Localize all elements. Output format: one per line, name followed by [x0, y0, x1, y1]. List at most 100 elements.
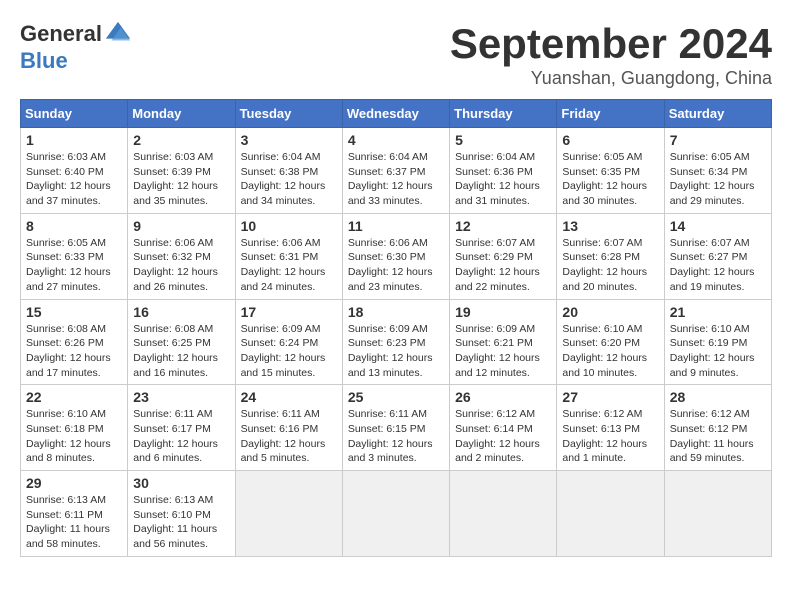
day-number: 28 [670, 389, 766, 405]
calendar-cell: 15 Sunrise: 6:08 AMSunset: 6:26 PMDayligh… [21, 299, 128, 385]
calendar-cell: 9 Sunrise: 6:06 AMSunset: 6:32 PMDaylight… [128, 213, 235, 299]
calendar-cell: 27 Sunrise: 6:12 AMSunset: 6:13 PMDayligh… [557, 385, 664, 471]
day-info: Sunrise: 6:04 AMSunset: 6:37 PMDaylight:… [348, 150, 444, 209]
day-number: 20 [562, 304, 658, 320]
calendar-cell: 24 Sunrise: 6:11 AMSunset: 6:16 PMDayligh… [235, 385, 342, 471]
calendar-cell: 30Sunrise: 6:13 AMSunset: 6:10 PMDayligh… [128, 471, 235, 557]
col-monday: Monday [128, 100, 235, 128]
day-number: 3 [241, 132, 337, 148]
calendar-cell: 2Sunrise: 6:03 AMSunset: 6:39 PMDaylight… [128, 128, 235, 214]
day-info: Sunrise: 6:05 AMSunset: 6:33 PMDaylight:… [26, 236, 122, 295]
day-info: Sunrise: 6:08 AMSunset: 6:26 PMDaylight:… [26, 322, 122, 381]
logo-general: General [20, 21, 102, 47]
calendar-cell: 3 Sunrise: 6:04 AMSunset: 6:38 PMDaylight… [235, 128, 342, 214]
day-number: 13 [562, 218, 658, 234]
day-number: 15 [26, 304, 122, 320]
day-number: 6 [562, 132, 658, 148]
calendar-cell: 29 Sunrise: 6:13 AMSunset: 6:11 PMDayligh… [21, 471, 128, 557]
day-info: Sunrise: 6:12 AMSunset: 6:14 PMDaylight:… [455, 407, 551, 466]
day-info: Sunrise: 6:10 AMSunset: 6:19 PMDaylight:… [670, 322, 766, 381]
calendar-cell: 11 Sunrise: 6:06 AMSunset: 6:30 PMDayligh… [342, 213, 449, 299]
calendar-body: 1Sunrise: 6:03 AMSunset: 6:40 PMDaylight… [21, 128, 772, 557]
day-info: Sunrise: 6:09 AMSunset: 6:21 PMDaylight:… [455, 322, 551, 381]
calendar-cell: 23 Sunrise: 6:11 AMSunset: 6:17 PMDayligh… [128, 385, 235, 471]
day-info: Sunrise: 6:05 AMSunset: 6:35 PMDaylight:… [562, 150, 658, 209]
calendar-row: 15 Sunrise: 6:08 AMSunset: 6:26 PMDayligh… [21, 299, 772, 385]
day-number: 8 [26, 218, 122, 234]
day-info: Sunrise: 6:10 AMSunset: 6:18 PMDaylight:… [26, 407, 122, 466]
day-number: 22 [26, 389, 122, 405]
calendar-header-row: Sunday Monday Tuesday Wednesday Thursday… [21, 100, 772, 128]
calendar-cell [450, 471, 557, 557]
calendar-cell: 7 Sunrise: 6:05 AMSunset: 6:34 PMDaylight… [664, 128, 771, 214]
calendar-cell: 16 Sunrise: 6:08 AMSunset: 6:25 PMDayligh… [128, 299, 235, 385]
calendar-cell: 13 Sunrise: 6:07 AMSunset: 6:28 PMDayligh… [557, 213, 664, 299]
calendar-cell: 20 Sunrise: 6:10 AMSunset: 6:20 PMDayligh… [557, 299, 664, 385]
col-tuesday: Tuesday [235, 100, 342, 128]
day-number: 11 [348, 218, 444, 234]
calendar-cell: 14Sunrise: 6:07 AMSunset: 6:27 PMDayligh… [664, 213, 771, 299]
calendar-cell [342, 471, 449, 557]
day-number: 27 [562, 389, 658, 405]
day-number: 9 [133, 218, 229, 234]
calendar-cell [235, 471, 342, 557]
day-number: 2 [133, 132, 229, 148]
calendar-cell [557, 471, 664, 557]
day-info: Sunrise: 6:13 AMSunset: 6:10 PMDaylight:… [133, 493, 229, 552]
day-number: 26 [455, 389, 551, 405]
calendar-cell [664, 471, 771, 557]
day-number: 24 [241, 389, 337, 405]
col-thursday: Thursday [450, 100, 557, 128]
day-number: 1 [26, 132, 122, 148]
calendar-cell: 26 Sunrise: 6:12 AMSunset: 6:14 PMDayligh… [450, 385, 557, 471]
col-sunday: Sunday [21, 100, 128, 128]
calendar-row: 29 Sunrise: 6:13 AMSunset: 6:11 PMDayligh… [21, 471, 772, 557]
day-number: 7 [670, 132, 766, 148]
day-info: Sunrise: 6:09 AMSunset: 6:23 PMDaylight:… [348, 322, 444, 381]
location: Yuanshan, Guangdong, China [450, 68, 772, 89]
day-info: Sunrise: 6:11 AMSunset: 6:15 PMDaylight:… [348, 407, 444, 466]
calendar-cell: 10 Sunrise: 6:06 AMSunset: 6:31 PMDayligh… [235, 213, 342, 299]
day-info: Sunrise: 6:06 AMSunset: 6:30 PMDaylight:… [348, 236, 444, 295]
day-number: 14 [670, 218, 766, 234]
day-info: Sunrise: 6:04 AMSunset: 6:36 PMDaylight:… [455, 150, 551, 209]
day-info: Sunrise: 6:08 AMSunset: 6:25 PMDaylight:… [133, 322, 229, 381]
calendar-cell: 21 Sunrise: 6:10 AMSunset: 6:19 PMDayligh… [664, 299, 771, 385]
day-info: Sunrise: 6:12 AMSunset: 6:13 PMDaylight:… [562, 407, 658, 466]
calendar-cell: 17Sunrise: 6:09 AMSunset: 6:24 PMDayligh… [235, 299, 342, 385]
logo: General Blue [20, 20, 132, 74]
day-number: 5 [455, 132, 551, 148]
day-number: 16 [133, 304, 229, 320]
calendar-cell: 28Sunrise: 6:12 AMSunset: 6:12 PMDayligh… [664, 385, 771, 471]
day-number: 23 [133, 389, 229, 405]
day-number: 18 [348, 304, 444, 320]
day-info: Sunrise: 6:04 AMSunset: 6:38 PMDaylight:… [241, 150, 337, 209]
day-info: Sunrise: 6:05 AMSunset: 6:34 PMDaylight:… [670, 150, 766, 209]
day-number: 10 [241, 218, 337, 234]
title-area: September 2024 Yuanshan, Guangdong, Chin… [450, 20, 772, 89]
day-info: Sunrise: 6:06 AMSunset: 6:31 PMDaylight:… [241, 236, 337, 295]
calendar-cell: 19Sunrise: 6:09 AMSunset: 6:21 PMDayligh… [450, 299, 557, 385]
day-number: 25 [348, 389, 444, 405]
col-wednesday: Wednesday [342, 100, 449, 128]
day-info: Sunrise: 6:06 AMSunset: 6:32 PMDaylight:… [133, 236, 229, 295]
day-info: Sunrise: 6:11 AMSunset: 6:16 PMDaylight:… [241, 407, 337, 466]
day-number: 21 [670, 304, 766, 320]
calendar: Sunday Monday Tuesday Wednesday Thursday… [20, 99, 772, 557]
calendar-cell: 8 Sunrise: 6:05 AMSunset: 6:33 PMDaylight… [21, 213, 128, 299]
calendar-cell: 1Sunrise: 6:03 AMSunset: 6:40 PMDaylight… [21, 128, 128, 214]
day-info: Sunrise: 6:13 AMSunset: 6:11 PMDaylight:… [26, 493, 122, 552]
day-info: Sunrise: 6:07 AMSunset: 6:28 PMDaylight:… [562, 236, 658, 295]
day-number: 4 [348, 132, 444, 148]
calendar-cell: 22 Sunrise: 6:10 AMSunset: 6:18 PMDayligh… [21, 385, 128, 471]
logo-blue: Blue [20, 48, 68, 74]
calendar-cell: 18 Sunrise: 6:09 AMSunset: 6:23 PMDayligh… [342, 299, 449, 385]
page-header: General Blue September 2024 Yuanshan, Gu… [20, 20, 772, 89]
day-info: Sunrise: 6:10 AMSunset: 6:20 PMDaylight:… [562, 322, 658, 381]
col-saturday: Saturday [664, 100, 771, 128]
calendar-row: 1Sunrise: 6:03 AMSunset: 6:40 PMDaylight… [21, 128, 772, 214]
day-info: Sunrise: 6:07 AMSunset: 6:29 PMDaylight:… [455, 236, 551, 295]
calendar-cell: 6 Sunrise: 6:05 AMSunset: 6:35 PMDaylight… [557, 128, 664, 214]
day-number: 29 [26, 475, 122, 491]
day-info: Sunrise: 6:11 AMSunset: 6:17 PMDaylight:… [133, 407, 229, 466]
